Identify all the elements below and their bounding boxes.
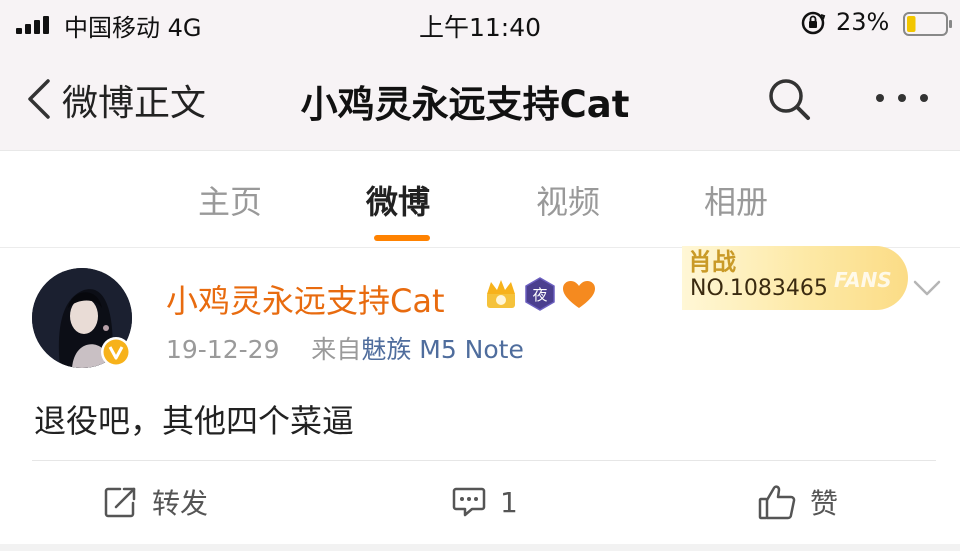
chevron-down-icon[interactable] bbox=[912, 278, 942, 298]
source-prefix: 来自 bbox=[311, 335, 362, 364]
like-button[interactable]: 赞 bbox=[758, 484, 838, 520]
crown-badge-icon[interactable] bbox=[483, 278, 519, 310]
night-badge-icon[interactable]: 夜 bbox=[524, 277, 556, 311]
profile-tabs: 主页 微博 视频 相册 bbox=[0, 150, 960, 248]
tab-album[interactable]: 相册 bbox=[704, 177, 768, 223]
comment-button[interactable]: 1 bbox=[452, 484, 518, 520]
night-badge-text: 夜 bbox=[532, 286, 547, 304]
verified-badge-icon bbox=[101, 337, 131, 367]
nav-bar: 微博正文 小鸡灵永远支持Cat bbox=[0, 48, 960, 150]
fans-card-watermark: FANS bbox=[834, 268, 892, 292]
active-tab-indicator bbox=[374, 235, 430, 241]
fans-card-number: NO.1083465 bbox=[690, 276, 828, 301]
post-date: 19-12-29 bbox=[166, 335, 280, 364]
post-text: 退役吧，其他四个菜逼 bbox=[34, 402, 355, 440]
like-label: 赞 bbox=[810, 487, 839, 520]
thumbs-up-icon bbox=[758, 485, 796, 520]
heart-badge-icon[interactable] bbox=[562, 280, 596, 310]
fans-card[interactable]: 肖战 NO.1083465 FANS bbox=[682, 246, 908, 310]
orientation-lock-icon bbox=[801, 11, 826, 35]
tab-weibo[interactable]: 微博 bbox=[366, 177, 430, 223]
author-name[interactable]: 小鸡灵永远支持Cat bbox=[166, 276, 445, 322]
fans-card-name: 肖战 bbox=[688, 248, 736, 276]
tab-home[interactable]: 主页 bbox=[198, 177, 262, 223]
post-source[interactable]: 魅族 M5 Note bbox=[361, 335, 524, 364]
repost-icon bbox=[104, 487, 136, 518]
status-bar: 中国移动 4G 上午11:40 23% bbox=[0, 0, 960, 48]
bottom-strip bbox=[0, 544, 960, 551]
weibo-post: 小鸡灵永远支持Cat 夜 19-12-29 来自魅族 M5 Note 肖战 NO… bbox=[0, 246, 960, 551]
repost-label: 转发 bbox=[152, 487, 209, 520]
battery-icon bbox=[903, 12, 952, 36]
comment-icon bbox=[452, 487, 486, 517]
more-icon[interactable] bbox=[874, 88, 930, 108]
battery-percent: 23% bbox=[836, 8, 890, 36]
repost-button[interactable]: 转发 bbox=[104, 484, 208, 520]
comment-count: 1 bbox=[500, 485, 518, 519]
tab-video[interactable]: 视频 bbox=[536, 177, 600, 223]
search-icon[interactable] bbox=[766, 76, 812, 122]
post-meta: 19-12-29 来自魅族 M5 Note bbox=[166, 330, 524, 366]
divider bbox=[32, 460, 936, 461]
